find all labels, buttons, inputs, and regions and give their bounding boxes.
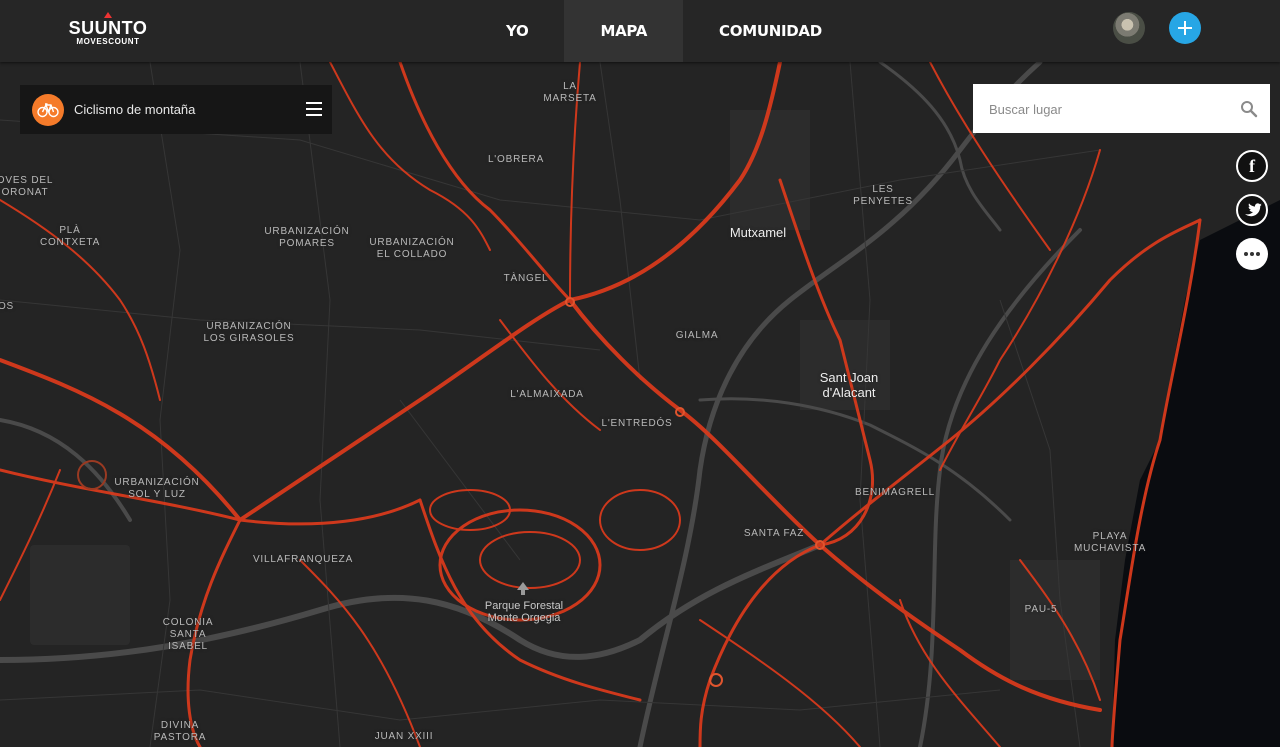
map-label-benimagrell: BENIMAGRELL: [855, 487, 935, 498]
map-label-tangel: TÀNGEL: [503, 273, 549, 284]
town-label-santjoan: Sant Joan d'Alacant: [819, 370, 879, 400]
logo-sub: MOVESCOUNT: [76, 37, 140, 46]
map-label-entredos: L'ENTREDÓS: [601, 418, 673, 429]
map-label-collado: URBANIZACIÓN EL COLLADO: [369, 237, 455, 260]
tab-yo[interactable]: YO: [470, 0, 564, 62]
map-label-almaixada: L'ALMAIXADA: [510, 389, 584, 400]
search-input[interactable]: [987, 84, 1231, 135]
facebook-icon[interactable]: f: [1236, 150, 1268, 182]
map-label-obrera: L'OBRERA: [487, 154, 545, 165]
search-icon[interactable]: [1240, 100, 1258, 118]
search-box: [973, 84, 1270, 135]
map-label-os: OS: [0, 301, 15, 312]
sport-label: Ciclismo de montaña: [74, 102, 196, 117]
map-label-pau5: PAU-5: [1024, 604, 1058, 615]
main-nav: YO MAPA COMUNIDAD: [470, 0, 858, 62]
town-label-mutxamel: Mutxamel: [729, 225, 787, 240]
top-navigation-bar: SUUNTO MOVESCOUNT YO MAPA COMUNIDAD: [0, 0, 1280, 62]
map-label-girasoles: URBANIZACIÓN LOS GIRASOLES: [203, 321, 295, 344]
tree-icon: [517, 582, 529, 595]
more-icon[interactable]: [1236, 238, 1268, 270]
map-label-santafaz: SANTA FAZ: [743, 528, 805, 539]
add-button[interactable]: [1169, 12, 1201, 44]
map-label-santaisabel: COLONIA SANTA ISABEL: [162, 617, 214, 652]
poi-label-parque: Parque Forestal Monte Orgegia: [484, 600, 564, 624]
map-label-juanxxiii: JUAN XXIII: [374, 731, 434, 742]
user-avatar[interactable]: [1113, 12, 1145, 44]
hamburger-menu-icon[interactable]: [306, 102, 322, 116]
tab-comunidad[interactable]: COMUNIDAD: [683, 0, 858, 62]
map-label-penyetes: LES PENYETES: [853, 184, 913, 207]
map-label-pomares: URBANIZACIÓN POMARES: [264, 226, 350, 249]
twitter-icon[interactable]: [1236, 194, 1268, 226]
suunto-logo[interactable]: SUUNTO MOVESCOUNT: [66, 12, 150, 47]
map-label-gialma: GIALMA: [675, 330, 719, 341]
map-label-divina: DIVINA PASTORA: [153, 720, 207, 743]
map-label-solyluz: URBANIZACIÓN SOL Y LUZ: [114, 477, 200, 500]
map-label-muchavista: PLAYA MUCHAVISTA: [1073, 531, 1147, 554]
tab-mapa[interactable]: MAPA: [564, 0, 684, 62]
map-label-marseta: LA MARSETA: [543, 81, 597, 104]
sport-selector[interactable]: Ciclismo de montaña: [20, 85, 332, 134]
map-label-moves: OVES DEL ORONAT: [0, 175, 54, 198]
bicycle-icon: [32, 94, 64, 126]
map-label-contxeta: PLÀ CONTXETA: [39, 225, 101, 248]
logo-brand: SUUNTO: [68, 18, 148, 38]
map-label-villafranqueza: VILLAFRANQUEZA: [252, 554, 354, 565]
